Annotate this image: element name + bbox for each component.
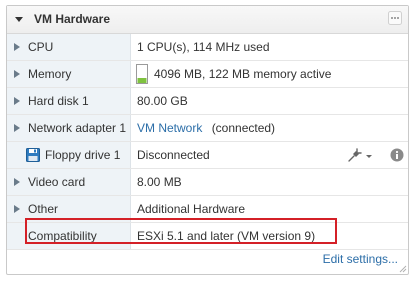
row-hard-disk-1[interactable]: Hard disk 1 80.00 GB <box>7 88 408 115</box>
more-options-icon[interactable] <box>388 11 402 25</box>
row-label: Other <box>28 202 59 216</box>
row-label: CPU <box>28 40 54 54</box>
row-cpu[interactable]: CPU 1 CPU(s), 114 MHz used <box>7 34 408 61</box>
panel-title: VM Hardware <box>34 12 111 26</box>
row-value: 8.00 MB <box>137 175 182 189</box>
network-link[interactable]: VM Network <box>137 121 202 135</box>
row-label: Floppy drive 1 <box>45 148 121 162</box>
row-compatibility: Compatibility ESXi 5.1 and later (VM ver… <box>7 223 408 250</box>
row-value: 4096 MB, 122 MB memory active <box>154 67 332 81</box>
row-label: Network adapter 1 <box>28 121 127 135</box>
row-other[interactable]: Other Additional Hardware <box>7 196 408 223</box>
connect-plug-icon[interactable] <box>347 147 373 163</box>
row-value: 1 CPU(s), 114 MHz used <box>137 40 270 54</box>
expand-arrow-icon[interactable] <box>14 205 20 213</box>
row-label: Compatibility <box>28 229 97 243</box>
row-label-cell: Other <box>7 196 131 222</box>
row-label: Video card <box>28 175 86 189</box>
row-label-cell: Floppy drive 1 <box>7 142 131 168</box>
row-value: Disconnected <box>137 148 210 162</box>
hardware-rows: CPU 1 CPU(s), 114 MHz used Memory 4096 M… <box>7 34 408 250</box>
row-memory[interactable]: Memory 4096 MB, 122 MB memory active <box>7 61 408 88</box>
resize-grip-icon[interactable] <box>399 265 407 273</box>
expand-arrow-icon[interactable] <box>14 43 20 51</box>
row-value: 80.00 GB <box>137 94 188 108</box>
row-value: VM Network (connected) <box>137 121 275 135</box>
row-label-cell: Network adapter 1 <box>7 115 131 141</box>
expand-arrow-icon[interactable] <box>14 124 20 132</box>
row-label-cell: Video card <box>7 169 131 195</box>
panel-header: VM Hardware <box>7 6 408 34</box>
info-icon[interactable] <box>390 148 404 162</box>
memory-meter-icon <box>136 64 148 84</box>
connection-status: (connected) <box>211 121 276 135</box>
row-label: Hard disk 1 <box>28 94 89 108</box>
row-network-adapter-1[interactable]: Network adapter 1 VM Network (connected) <box>7 115 408 142</box>
expand-arrow-icon[interactable] <box>14 97 20 105</box>
row-label-cell: Memory <box>7 61 131 87</box>
row-video-card[interactable]: Video card 8.00 MB <box>7 169 408 196</box>
collapse-triangle-icon[interactable] <box>14 14 24 24</box>
expand-arrow-icon[interactable] <box>14 70 20 78</box>
row-label-cell: Compatibility <box>7 223 131 249</box>
row-value: Additional Hardware <box>137 202 246 216</box>
edit-settings-link[interactable]: Edit settings... <box>323 252 398 266</box>
row-label: Memory <box>28 67 72 81</box>
floppy-disk-icon <box>26 148 40 162</box>
row-floppy-drive-1[interactable]: Floppy drive 1 Disconnected <box>7 142 408 169</box>
expand-arrow-icon[interactable] <box>14 178 20 186</box>
row-value: ESXi 5.1 and later (VM version 9) <box>137 229 316 243</box>
row-label-cell: CPU <box>7 34 131 60</box>
vm-hardware-panel: VM Hardware CPU 1 CPU(s), 114 MHz used M… <box>6 5 409 275</box>
row-label-cell: Hard disk 1 <box>7 88 131 114</box>
